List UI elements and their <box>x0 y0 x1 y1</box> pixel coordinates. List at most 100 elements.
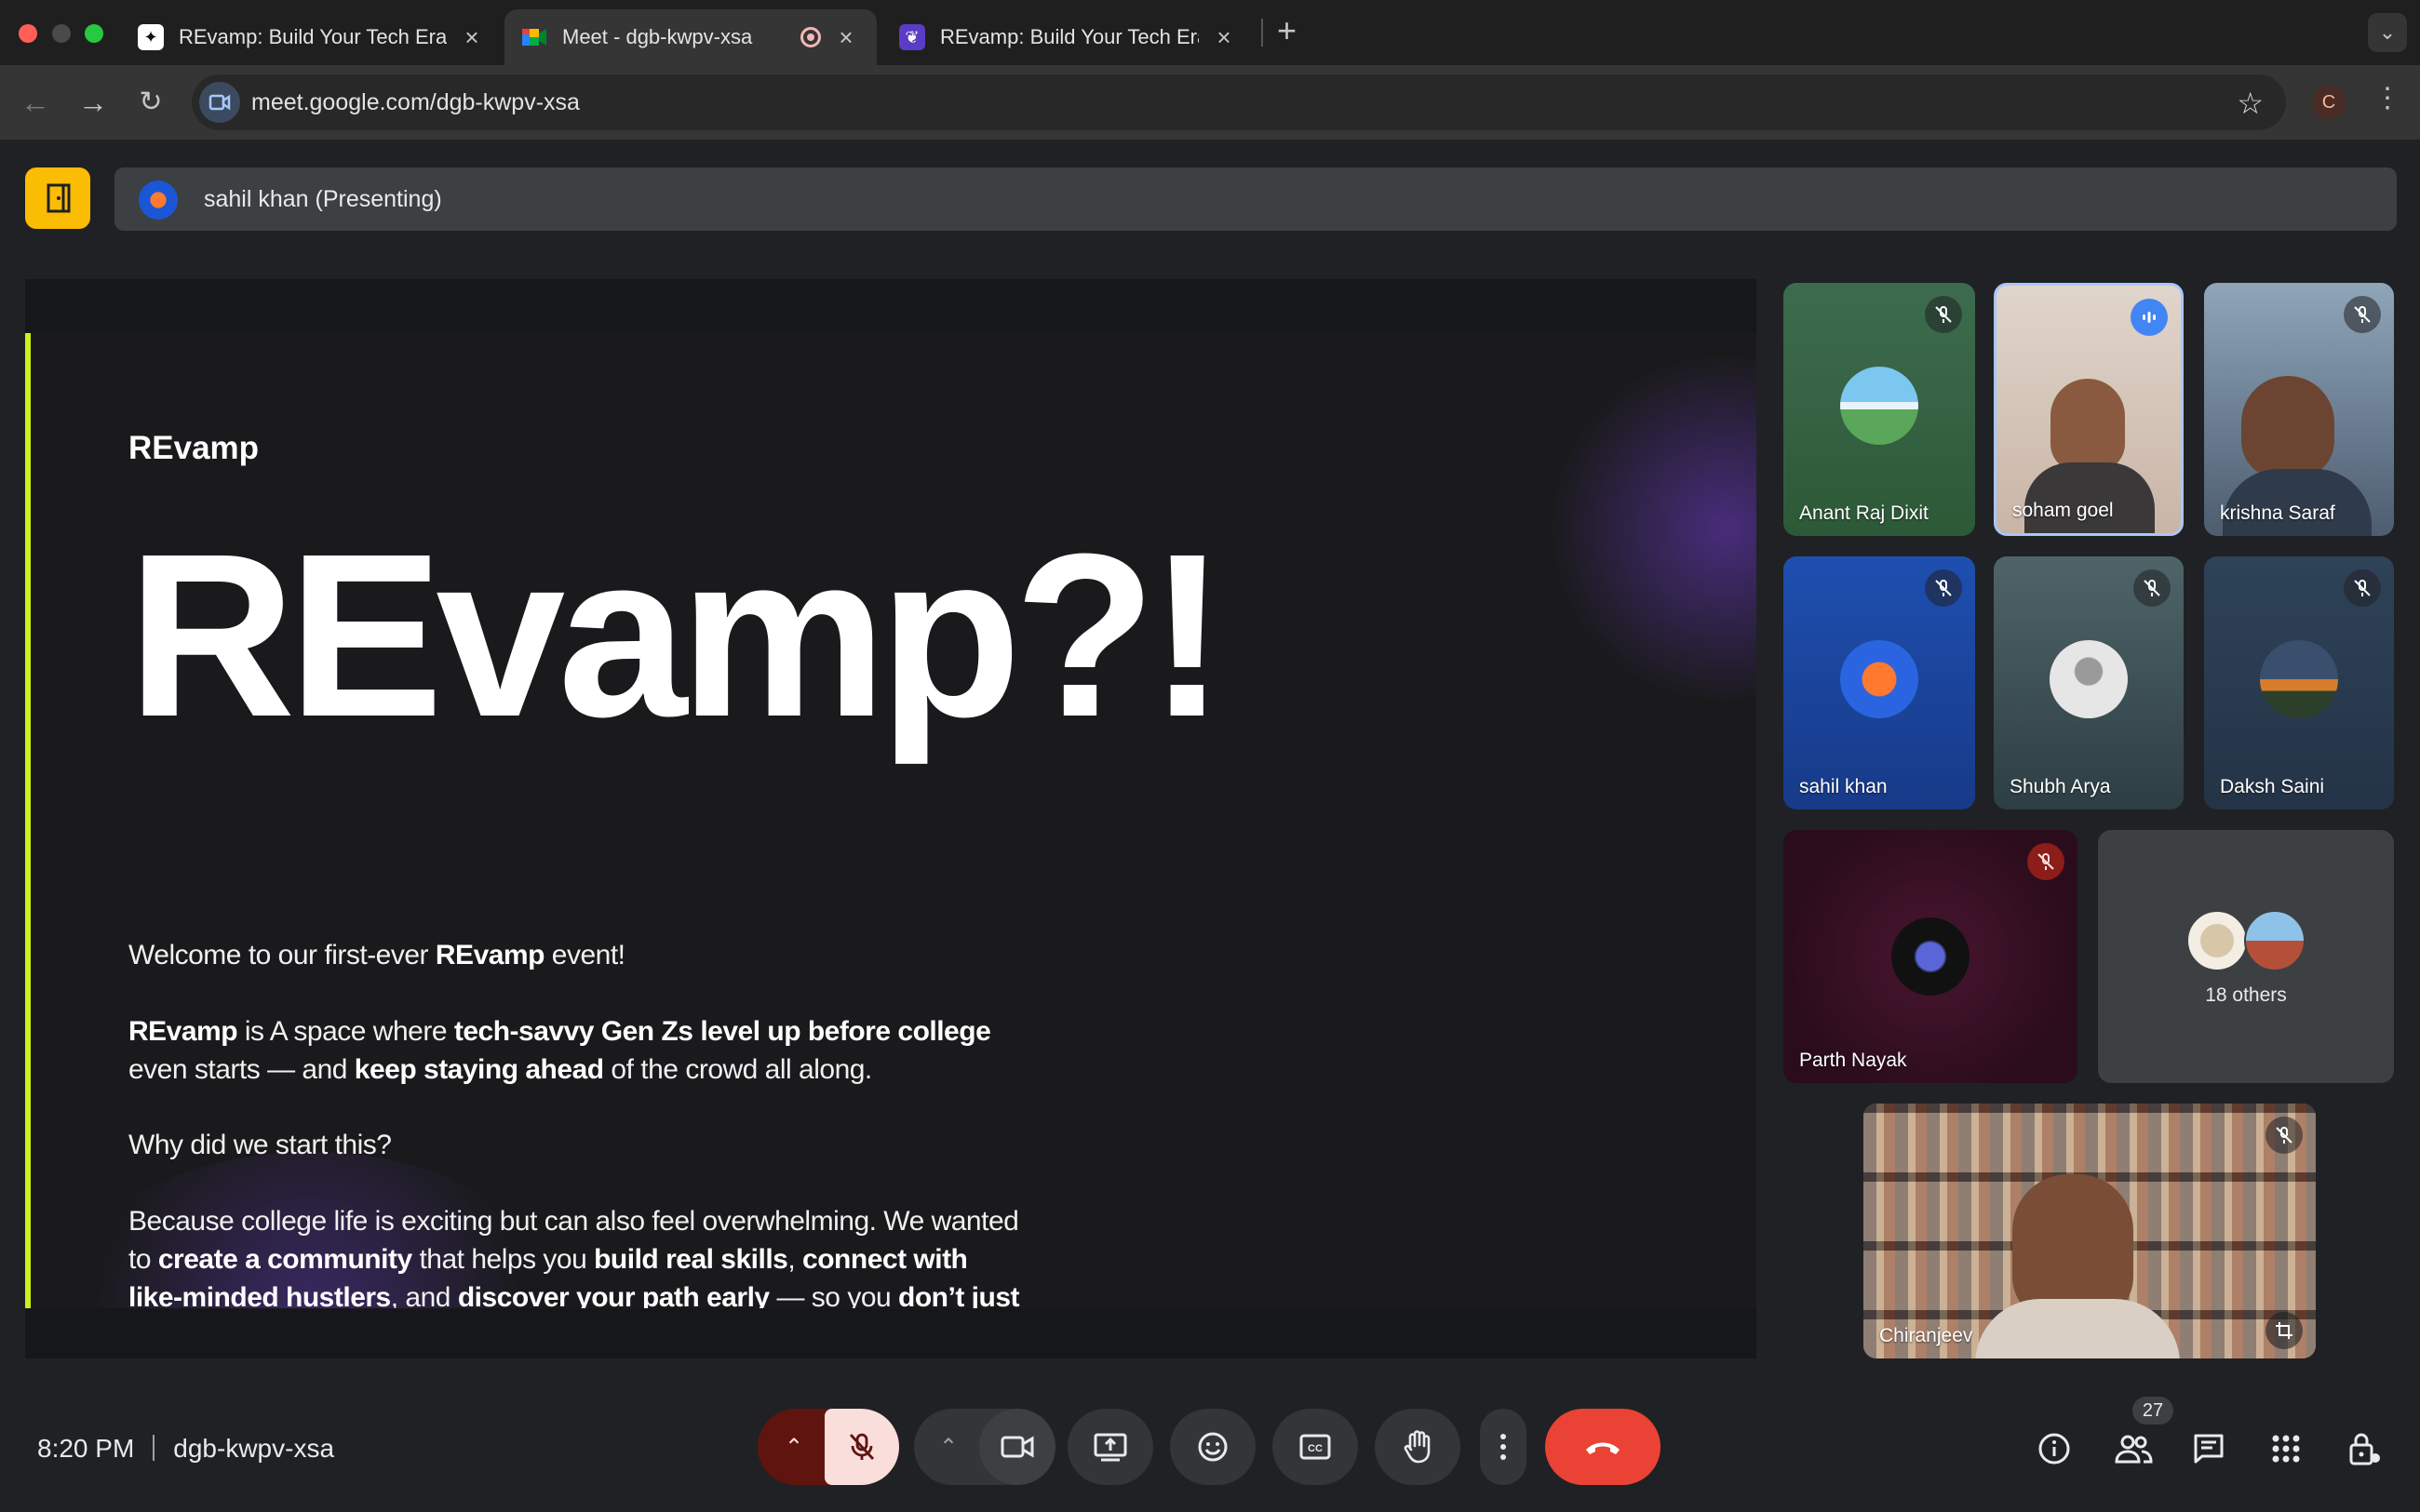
others-tile[interactable]: 18 others <box>2098 830 2394 1083</box>
camera-control-group: ⌃ <box>914 1409 1055 1485</box>
browser-menu-icon[interactable]: ⋮ <box>2373 82 2401 114</box>
mic-off-icon <box>2027 843 2064 880</box>
host-controls-lock-icon[interactable] <box>2344 1428 2385 1469</box>
mic-off-icon <box>1925 296 1962 333</box>
window-zoom-button[interactable] <box>85 24 103 43</box>
window-minimize-button[interactable] <box>52 24 71 43</box>
profile-avatar[interactable]: C <box>2312 86 2346 119</box>
presenter-avatar <box>139 181 178 220</box>
mic-off-icon <box>1925 569 1962 607</box>
reload-icon[interactable]: ↻ <box>132 84 169 121</box>
avatar <box>2186 910 2248 971</box>
recording-indicator-icon <box>800 27 821 47</box>
audio-options-chevron-icon[interactable]: ⌃ <box>758 1409 830 1485</box>
participant-name: Daksh Saini <box>2220 776 2325 797</box>
speaking-indicator-icon <box>2131 299 2168 336</box>
crop-icon[interactable] <box>2265 1312 2303 1349</box>
slide-welcome-text: Welcome to our first-ever REvamp event! <box>128 940 625 970</box>
camera-icon <box>1001 1436 1034 1458</box>
browser-tab-3[interactable]: ❦ REvamp: Build Your Tech Era × <box>882 9 1255 65</box>
google-meet-icon <box>521 24 547 50</box>
avatar <box>2244 910 2306 971</box>
mic-off-icon <box>2344 569 2381 607</box>
tab-divider <box>1261 19 1263 47</box>
video-options-chevron-icon[interactable]: ⌃ <box>914 1409 983 1485</box>
app-logo-icon: ❦ <box>899 24 925 50</box>
site-video-icon[interactable] <box>199 82 240 123</box>
camera-toggle-button[interactable] <box>979 1409 1055 1485</box>
tab-title: Meet - dgb-kwpv-xsa <box>562 25 753 48</box>
back-arrow-icon[interactable]: ← <box>17 84 54 121</box>
close-tab-icon[interactable]: × <box>1210 23 1238 52</box>
meeting-time: 8:20 PM <box>37 1434 135 1463</box>
room-exit-icon[interactable] <box>25 167 90 229</box>
more-options-button[interactable] <box>1480 1409 1526 1485</box>
presentation-banner[interactable]: sahil khan (Presenting) <box>114 167 2397 231</box>
hand-icon <box>1404 1430 1431 1464</box>
browser-tab-strip: ✦ REvamp: Build Your Tech Era × Meet - d… <box>0 0 2420 65</box>
meeting-details-info-icon[interactable] <box>2034 1428 2075 1469</box>
sparkle-icon: ✦ <box>138 24 164 50</box>
slide-title: REvamp?! <box>128 505 1226 765</box>
more-vert-icon <box>1500 1434 1506 1460</box>
browser-tab-2-active[interactable]: Meet - dgb-kwpv-xsa × <box>504 9 877 65</box>
participant-tile-daksh[interactable]: Daksh Saini <box>2204 556 2394 810</box>
mic-control-group: ⌃ <box>758 1409 899 1485</box>
activities-grid-icon[interactable] <box>2265 1428 2306 1469</box>
bookmark-star-icon[interactable]: ☆ <box>2237 86 2264 121</box>
participant-tile-shubh[interactable]: Shubh Arya <box>1994 556 2184 810</box>
video-person-shoulders <box>1975 1299 2180 1358</box>
captions-button[interactable]: CC <box>1272 1409 1358 1485</box>
mic-off-icon <box>2265 1117 2303 1154</box>
forward-arrow-icon[interactable]: → <box>74 84 112 121</box>
participant-name: Parth Nayak <box>1799 1050 1907 1071</box>
address-bar[interactable]: meet.google.com/dgb-kwpv-xsa ☆ <box>192 74 2286 130</box>
browser-tab-1[interactable]: ✦ REvamp: Build Your Tech Era × <box>121 9 503 65</box>
url-text: meet.google.com/dgb-kwpv-xsa <box>251 89 580 115</box>
self-view-tile[interactable]: Chiranjeev <box>1863 1104 2316 1358</box>
presentation-slide: REvamp REvamp?! Welcome to our first-eve… <box>25 333 1756 1308</box>
reactions-button[interactable] <box>1170 1409 1256 1485</box>
people-icon[interactable] <box>2111 1428 2156 1469</box>
others-count-label: 18 others <box>2205 984 2287 1006</box>
avatar <box>1840 640 1918 718</box>
mic-off-icon <box>2133 569 2171 607</box>
participant-tile-anant[interactable]: Anant Raj Dixit <box>1783 283 1975 536</box>
svg-text:CC: CC <box>1308 1443 1323 1454</box>
browser-toolbar: ← → ↻ meet.google.com/dgb-kwpv-xsa ☆ C ⋮ <box>0 65 2420 140</box>
slide-intro-text: REvamp is A space where tech-savvy Gen Z… <box>128 1016 991 1085</box>
participant-name: Chiranjeev <box>1879 1325 1973 1346</box>
mic-off-icon <box>2344 296 2381 333</box>
participant-tile-sahil[interactable]: sahil khan <box>1783 556 1975 810</box>
close-tab-icon[interactable]: × <box>832 23 860 52</box>
present-screen-button[interactable] <box>1068 1409 1153 1485</box>
slide-question-text: Why did we start this? <box>128 1130 392 1160</box>
meet-stage: sahil khan (Presenting) REvamp REvamp?! … <box>0 140 2420 1512</box>
participant-count-badge: 27 <box>2132 1397 2173 1425</box>
shared-screen[interactable]: REvamp REvamp?! Welcome to our first-eve… <box>25 279 1756 1358</box>
tab-title: REvamp: Build Your Tech Era <box>179 25 447 48</box>
meeting-code: dgb-kwpv-xsa <box>173 1434 335 1463</box>
new-tab-icon[interactable]: + <box>1277 11 1297 50</box>
participant-tile-parth[interactable]: Parth Nayak <box>1783 830 2077 1083</box>
participant-tile-krishna[interactable]: krishna Saraf <box>2204 283 2394 536</box>
avatar <box>1891 917 1970 996</box>
present-screen-icon <box>1094 1433 1127 1462</box>
mic-toggle-button[interactable] <box>825 1409 899 1485</box>
participant-tile-soham[interactable]: soham goel <box>1994 283 2184 536</box>
participant-name: krishna Saraf <box>2220 502 2335 524</box>
window-close-button[interactable] <box>19 24 37 43</box>
decorative-glow <box>1548 352 1756 705</box>
mic-off-icon <box>849 1433 875 1460</box>
emoji-icon <box>1198 1432 1228 1462</box>
leave-call-button[interactable] <box>1545 1409 1660 1485</box>
video-person <box>2241 376 2334 478</box>
chat-icon[interactable] <box>2188 1428 2229 1469</box>
divider <box>153 1435 155 1461</box>
end-call-icon <box>1586 1442 1620 1454</box>
tab-title: REvamp: Build Your Tech Era <box>940 25 1199 48</box>
participant-name: Shubh Arya <box>2010 776 2111 797</box>
close-tab-icon[interactable]: × <box>458 23 486 52</box>
raise-hand-button[interactable] <box>1375 1409 1460 1485</box>
tab-search-chevron-icon[interactable]: ⌄ <box>2368 13 2407 52</box>
